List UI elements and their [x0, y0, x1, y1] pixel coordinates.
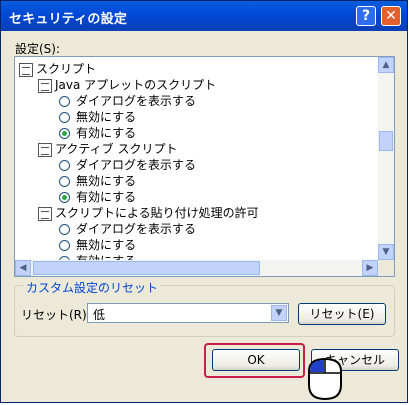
row-label: 有効にする	[76, 126, 137, 140]
settings-label: 設定(S):	[15, 42, 61, 56]
row-label: Java アプレットのスクリプト	[55, 78, 217, 92]
radio-button[interactable]	[59, 176, 70, 187]
row-label: ダイアログを表示する	[76, 94, 197, 108]
radio-option-row[interactable]: ダイアログを表示する	[59, 221, 196, 237]
chevron-down-icon[interactable]: ▼	[271, 305, 287, 321]
scroll-down-button[interactable]: ▼	[378, 244, 394, 260]
row-label: スクリプト	[36, 62, 97, 76]
radio-option-row[interactable]: 有効にする	[59, 253, 136, 260]
reset-label: リセット(R):	[21, 308, 91, 322]
radio-option-row[interactable]: 無効にする	[59, 173, 136, 189]
settings-list-content: スクリプト Java アプレットのスクリプト ダイアログを表示する 無効にする 有効にす…	[15, 57, 378, 260]
radio-option-row[interactable]: ダイアログを表示する	[59, 157, 196, 173]
radio-button[interactable]	[59, 224, 70, 235]
radio-button[interactable]	[59, 160, 70, 171]
title-bar: セキュリティの設定 ? ✕	[1, 1, 407, 31]
setting-row: Java アプレットのスクリプト	[38, 77, 216, 93]
reset-level-select[interactable]: 低 ▼	[87, 303, 289, 323]
reset-button[interactable]: リセット(E)	[298, 303, 386, 325]
close-icon: ✕	[385, 8, 397, 24]
scroll-left-button[interactable]: ◀	[15, 260, 31, 276]
script-settings-icon	[19, 62, 33, 77]
radio-button[interactable]	[59, 112, 70, 123]
reset-level-value: 低	[93, 308, 106, 322]
vertical-scroll-thumb[interactable]	[379, 131, 393, 151]
category-row: スクリプト	[19, 61, 96, 77]
scrollbar-corner	[378, 260, 394, 276]
row-label: ダイアログを表示する	[76, 222, 197, 236]
row-label: スクリプトによる貼り付け処理の許可	[55, 206, 259, 220]
vertical-scrollbar[interactable]: ▲ ▼	[378, 57, 394, 260]
row-label: 無効にする	[76, 110, 137, 124]
radio-option-row[interactable]: 無効にする	[59, 109, 136, 125]
radio-option-row[interactable]: ダイアログを表示する	[59, 93, 196, 109]
row-label: 有効にする	[76, 190, 137, 204]
radio-option-row[interactable]: 有効にする	[59, 189, 136, 205]
row-label: 無効にする	[76, 238, 137, 252]
mouse-click-icon	[308, 357, 342, 401]
setting-row: アクティブ スクリプト	[38, 141, 178, 157]
security-settings-dialog: セキュリティの設定 ? ✕ 設定(S): スクリプト Java アプレットのスクリ…	[0, 0, 408, 403]
help-icon: ?	[361, 8, 371, 24]
radio-option-row[interactable]: 有効にする	[59, 125, 136, 141]
setting-row: スクリプトによる貼り付け処理の許可	[38, 205, 259, 221]
ok-button[interactable]: OK	[212, 349, 300, 371]
radio-button[interactable]	[59, 96, 70, 107]
row-label: アクティブ スクリプト	[55, 142, 178, 156]
script-settings-icon	[38, 78, 52, 93]
window-title: セキュリティの設定	[9, 12, 128, 27]
close-button[interactable]: ✕	[381, 6, 401, 26]
radio-button[interactable]	[59, 192, 70, 203]
script-settings-icon	[38, 142, 52, 157]
script-settings-icon	[38, 206, 52, 221]
horizontal-scrollbar[interactable]: ◀ ▶	[15, 260, 378, 276]
horizontal-scroll-thumb[interactable]	[33, 261, 260, 275]
help-button[interactable]: ?	[356, 6, 376, 26]
scroll-right-button[interactable]: ▶	[362, 260, 378, 276]
radio-option-row[interactable]: 無効にする	[59, 237, 136, 253]
settings-list[interactable]: スクリプト Java アプレットのスクリプト ダイアログを表示する 無効にする 有効にす…	[14, 56, 395, 277]
row-label: 無効にする	[76, 174, 137, 188]
reset-group-title: カスタム設定のリセット	[23, 279, 162, 296]
scroll-up-button[interactable]: ▲	[378, 57, 394, 73]
radio-button[interactable]	[59, 240, 70, 251]
row-label: ダイアログを表示する	[76, 158, 197, 172]
radio-button[interactable]	[59, 128, 70, 139]
